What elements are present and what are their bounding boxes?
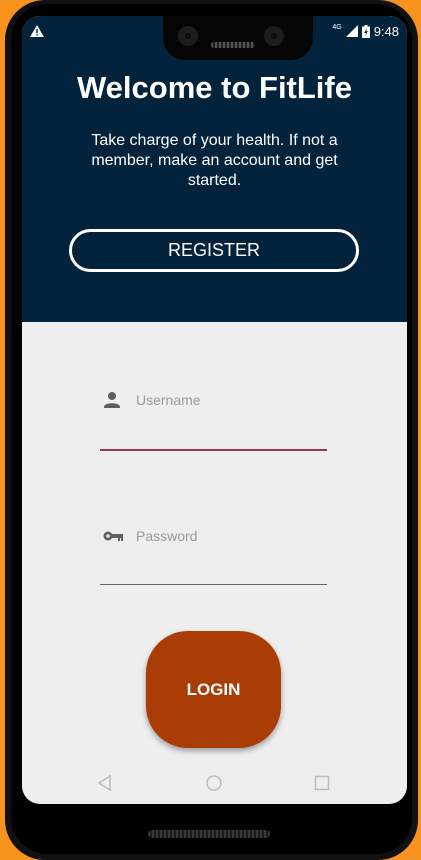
clock-time: 9:48 <box>373 23 399 39</box>
status-bar-right: 4G 9:48 <box>332 20 399 42</box>
page-title: Welcome to FitLife <box>76 70 352 105</box>
warning-icon <box>30 20 44 42</box>
earpiece-speaker <box>211 42 255 48</box>
welcome-subtitle: Take charge of your health. If not a mem… <box>91 132 338 189</box>
welcome-header: 4G 9:48 Welcome to FitLife Take charge o… <box>22 16 407 322</box>
password-placeholder: Password <box>136 528 198 544</box>
register-button[interactable]: REGISTER <box>69 229 359 272</box>
username-underline <box>100 449 327 451</box>
front-camera-icon <box>178 26 198 46</box>
person-icon <box>104 392 120 408</box>
battery-icon <box>361 24 370 38</box>
home-icon[interactable] <box>205 774 223 792</box>
signal-icon <box>345 25 358 37</box>
recents-icon[interactable] <box>313 774 331 792</box>
username-placeholder: Username <box>136 392 201 408</box>
key-icon <box>103 531 123 541</box>
back-icon[interactable] <box>96 774 114 792</box>
camera-notch <box>163 16 313 60</box>
bottom-speaker-grille <box>148 830 270 838</box>
front-camera-icon <box>264 26 284 46</box>
password-underline <box>100 584 327 585</box>
login-button[interactable]: LOGIN <box>146 631 281 748</box>
app-screen: 4G 9:48 Welcome to FitLife Take charge o… <box>22 16 407 804</box>
phone-frame: 4G 9:48 Welcome to FitLife Take charge o… <box>5 0 418 860</box>
network-type: 4G <box>332 23 342 31</box>
system-nav-bar <box>22 768 407 798</box>
